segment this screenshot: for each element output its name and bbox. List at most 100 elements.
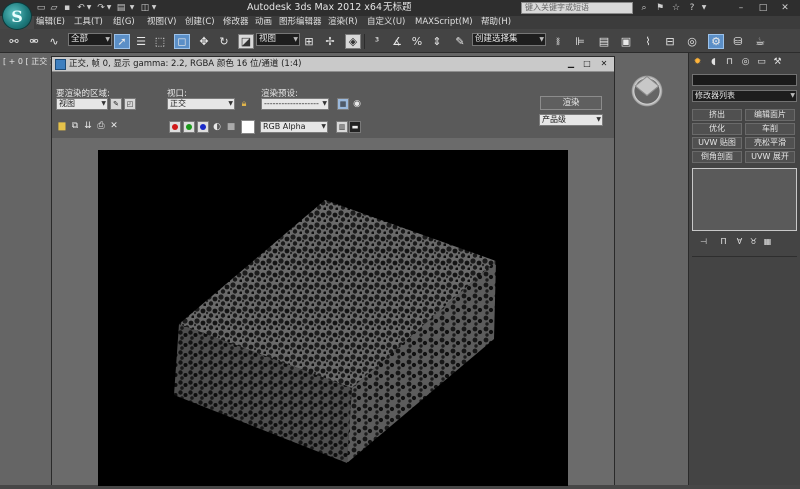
- toggle-ui-overlays-icon[interactable]: ▬: [349, 121, 361, 133]
- pin-stack-icon[interactable]: ⊣: [697, 236, 710, 248]
- render-setup-small-icon[interactable]: ▦: [337, 98, 349, 110]
- lock-viewport-icon[interactable]: 🔒︎: [238, 98, 250, 110]
- keyboard-shortcut-override-icon[interactable]: ◈: [345, 34, 361, 49]
- render-button[interactable]: 渲染: [540, 96, 602, 110]
- green-channel-toggle[interactable]: [183, 121, 195, 133]
- menu-edit[interactable]: 编辑(E): [36, 16, 65, 29]
- hierarchy-tab-icon[interactable]: ⊓: [723, 56, 736, 69]
- named-selection-dropdown[interactable]: 创建选择集: [472, 33, 546, 46]
- window-crossing-icon[interactable]: ◻: [174, 34, 190, 49]
- render-window-maximize-button[interactable]: □: [580, 59, 594, 70]
- utilities-tab-icon[interactable]: ⚒: [771, 56, 784, 69]
- copy-image-icon[interactable]: ⧉: [69, 120, 81, 132]
- render-window-minimize-button[interactable]: ▁: [564, 59, 578, 70]
- render-preset-dropdown[interactable]: -------------------: [261, 98, 329, 110]
- open-file-icon[interactable]: ▱: [49, 1, 59, 14]
- menu-customize[interactable]: 自定义(U): [367, 16, 405, 29]
- bevel-profile-button[interactable]: 倒角剖面: [692, 151, 742, 163]
- undo-dropdown-icon[interactable]: ▼: [86, 1, 92, 14]
- rendered-frame-window-icon[interactable]: ⛁: [730, 34, 746, 49]
- select-scale-icon[interactable]: ◪: [238, 34, 254, 49]
- close-button[interactable]: ✕: [778, 2, 792, 14]
- viewcube-icon[interactable]: [628, 72, 666, 110]
- print-image-icon[interactable]: ⎙: [95, 120, 107, 132]
- make-unique-icon[interactable]: ∀: [733, 236, 746, 248]
- channel-display-dropdown[interactable]: RGB Alpha: [260, 121, 328, 133]
- search-icon[interactable]: ⌕: [637, 2, 651, 14]
- menu-create[interactable]: 创建(C): [185, 16, 215, 29]
- show-end-result-icon[interactable]: Π: [717, 236, 730, 248]
- new-file-icon[interactable]: ▭: [36, 1, 46, 14]
- rectangular-selection-icon[interactable]: ⬚: [152, 34, 168, 49]
- select-by-name-icon[interactable]: ☰: [133, 34, 149, 49]
- app-logo-icon[interactable]: S: [2, 2, 32, 30]
- layer-manager-icon[interactable]: ▤: [596, 34, 612, 49]
- save-image-icon[interactable]: ▆: [56, 120, 68, 132]
- remove-modifier-icon[interactable]: ♉: [747, 236, 760, 248]
- menu-views[interactable]: 视图(V): [147, 16, 176, 29]
- modify-tab-icon[interactable]: ◖: [707, 56, 720, 69]
- production-mode-dropdown[interactable]: 产品级: [539, 114, 603, 126]
- object-name-field[interactable]: [692, 74, 797, 86]
- menu-tools[interactable]: 工具(T): [74, 16, 103, 29]
- redo-icon[interactable]: ↷: [96, 1, 106, 14]
- render-production-icon[interactable]: ☕: [752, 34, 768, 49]
- subscription-icon[interactable]: ⚑: [653, 2, 667, 14]
- edit-region-icon[interactable]: ✎: [110, 98, 122, 110]
- bind-space-warp-icon[interactable]: ∿: [46, 34, 62, 49]
- align-icon[interactable]: ⊫: [572, 34, 588, 49]
- minimize-button[interactable]: –: [734, 2, 748, 14]
- render-window-close-button[interactable]: ✕: [597, 59, 611, 70]
- reference-coordinate-dropdown[interactable]: 视图: [256, 33, 300, 46]
- mirror-icon[interactable]: ⧚: [550, 34, 566, 49]
- menu-help[interactable]: 帮助(H): [481, 16, 511, 29]
- turbosmooth-button[interactable]: 壳松平滑: [745, 137, 795, 149]
- render-setup-icon[interactable]: ⚙: [708, 34, 724, 49]
- menu-modifiers[interactable]: 修改器: [223, 16, 249, 29]
- menu-maxscript[interactable]: MAXScript(M): [415, 16, 473, 29]
- uvw-map-button[interactable]: UVW 贴图: [692, 137, 742, 149]
- menu-animation[interactable]: 动画: [255, 16, 272, 29]
- workspace-icon[interactable]: ◫: [140, 1, 150, 14]
- menu-rendering[interactable]: 渲染(R): [328, 16, 358, 29]
- spinner-snap-icon[interactable]: ⇕: [429, 34, 445, 49]
- pivot-center-icon[interactable]: ⊞: [301, 34, 317, 49]
- graphite-toggle-icon[interactable]: ▣: [618, 34, 634, 49]
- display-mono-channel-icon[interactable]: ▥: [336, 121, 348, 133]
- color-swatch[interactable]: [241, 120, 255, 134]
- curve-editor-icon[interactable]: ⌇: [640, 34, 656, 49]
- edit-patch-button[interactable]: 编辑面片: [745, 109, 795, 121]
- percent-snap-icon[interactable]: %: [409, 34, 425, 49]
- viewport-select-dropdown[interactable]: 正交: [167, 98, 235, 110]
- configure-modifier-sets-icon[interactable]: ▦: [761, 236, 774, 248]
- search-input[interactable]: 键入关键字或短语: [521, 2, 633, 14]
- selection-filter-dropdown[interactable]: 全部: [68, 33, 112, 46]
- schematic-view-icon[interactable]: ⊟: [662, 34, 678, 49]
- alpha-channel-toggle[interactable]: ◐: [211, 121, 223, 133]
- motion-tab-icon[interactable]: ◎: [739, 56, 752, 69]
- environment-effects-icon[interactable]: ◉: [351, 98, 363, 110]
- save-icon[interactable]: ▪: [62, 1, 72, 14]
- viewport-label[interactable]: [ + 0 [ 正交 ]: [3, 56, 53, 67]
- link-icon[interactable]: ⚯: [6, 34, 22, 49]
- edit-named-selection-icon[interactable]: ✎: [452, 34, 468, 49]
- project-folder-icon[interactable]: ▤: [116, 1, 126, 14]
- create-tab-icon[interactable]: ✹: [691, 56, 704, 69]
- unlink-icon[interactable]: ⚮: [26, 34, 42, 49]
- workspace-dropdown-icon[interactable]: ▼: [150, 1, 158, 14]
- maximize-button[interactable]: □: [756, 2, 770, 14]
- modifier-stack[interactable]: [692, 168, 797, 231]
- snaps-toggle-icon[interactable]: ³: [369, 34, 385, 49]
- blue-channel-toggle[interactable]: [197, 121, 209, 133]
- menu-graph-editors[interactable]: 图形编辑器: [279, 16, 322, 29]
- help-dropdown-icon[interactable]: ▼: [697, 2, 711, 14]
- select-rotate-icon[interactable]: ↻: [216, 34, 232, 49]
- menu-group[interactable]: 组(G): [113, 16, 135, 29]
- auto-region-icon[interactable]: ◰: [124, 98, 136, 110]
- communication-center-icon[interactable]: ☆: [669, 2, 683, 14]
- redo-dropdown-icon[interactable]: ▼: [106, 1, 112, 14]
- unwrap-uvw-button[interactable]: UVW 展开: [745, 151, 795, 163]
- modifier-list-dropdown[interactable]: 修改器列表: [692, 90, 797, 102]
- undo-icon[interactable]: ↶: [76, 1, 86, 14]
- material-editor-icon[interactable]: ◎: [684, 34, 700, 49]
